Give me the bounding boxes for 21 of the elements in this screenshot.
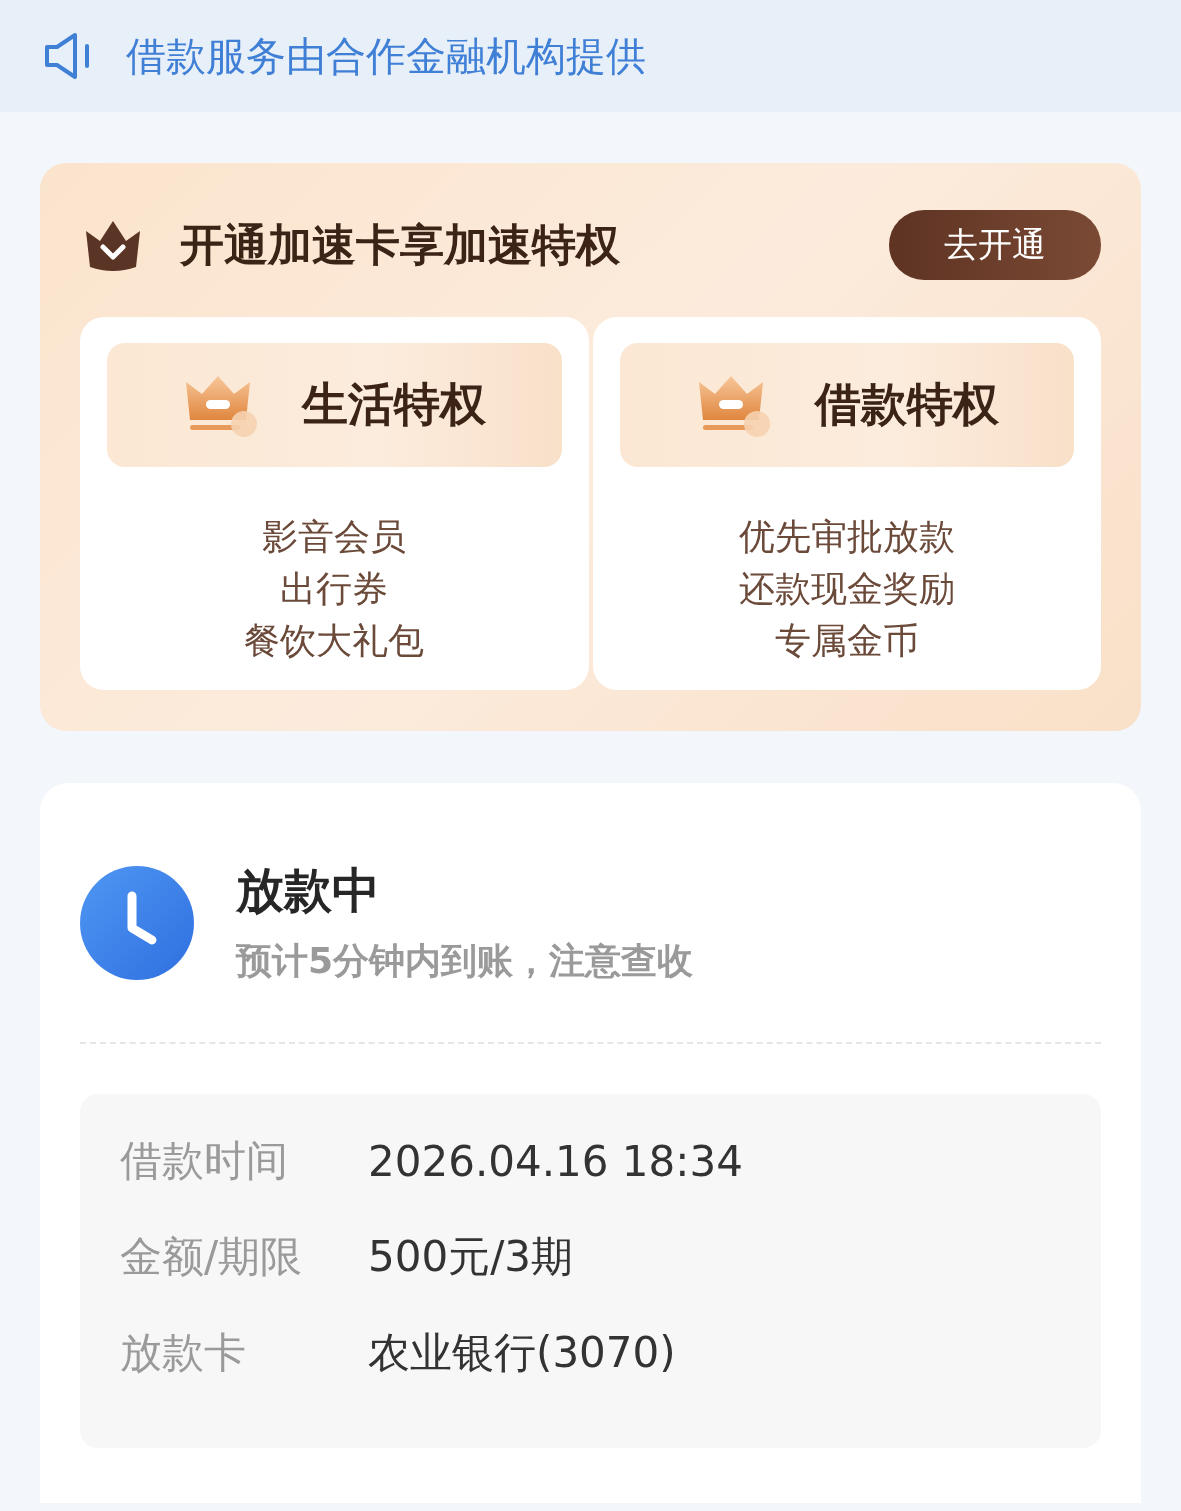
- privilege-item: 还款现金奖励: [738, 567, 955, 611]
- speaker-icon: [44, 31, 92, 81]
- privilege-item: 影音会员: [262, 515, 407, 559]
- status-subtitle: 预计5分钟内到账，注意查收: [236, 939, 694, 983]
- status-title: 放款中: [236, 861, 381, 920]
- detail-value: 2026.04.16 18:34: [368, 1136, 743, 1186]
- privilege-title: 生活特权: [302, 376, 487, 433]
- detail-label: 借款时间: [120, 1135, 289, 1187]
- privilege-item: 出行券: [280, 567, 389, 611]
- privilege-title: 借款特权: [814, 376, 999, 433]
- promo-title: 开通加速卡享加速特权: [180, 217, 621, 272]
- detail-label: 放款卡: [120, 1327, 247, 1379]
- privilege-item: 餐饮大礼包: [244, 619, 425, 663]
- detail-value: 农业银行(3070): [368, 1327, 676, 1379]
- privilege-item: 专属金币: [774, 619, 919, 663]
- clock-icon: [80, 865, 194, 980]
- detail-value: 500元/3期: [368, 1231, 574, 1283]
- open-button[interactable]: 去开通: [889, 210, 1101, 280]
- detail-label: 金额/期限: [120, 1231, 304, 1283]
- notice-text: 借款服务由合作金融机构提供: [126, 31, 646, 81]
- privilege-item: 优先审批放款: [738, 515, 955, 559]
